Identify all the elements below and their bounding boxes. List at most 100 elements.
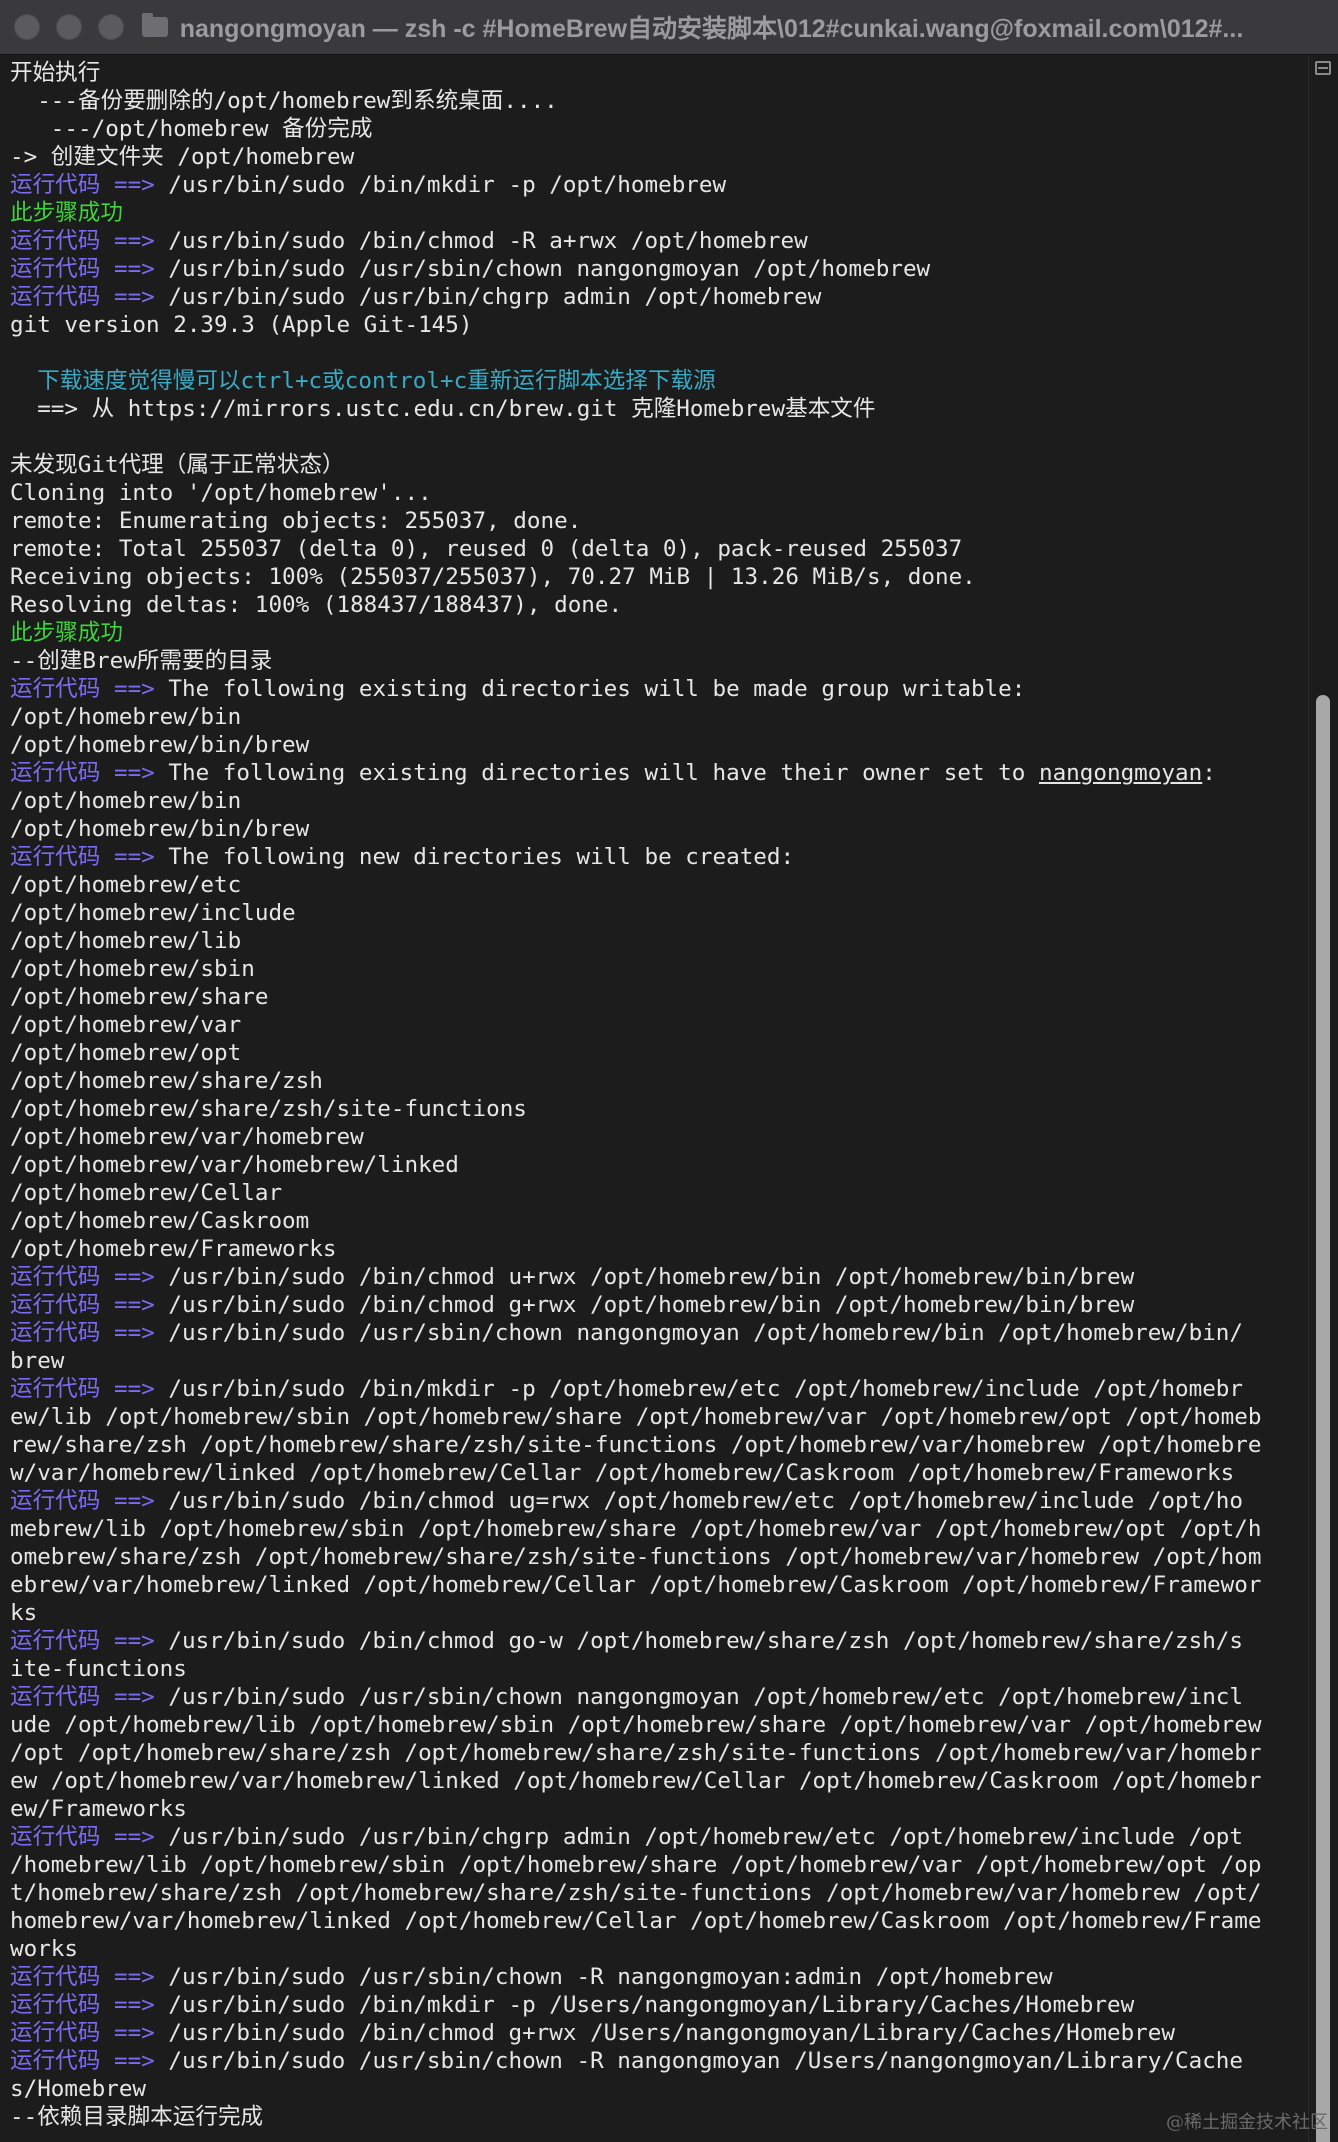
terminal-line: w/var/homebrew/linked /opt/homebrew/Cell… bbox=[10, 1459, 1302, 1487]
terminal-line: s/Homebrew bbox=[10, 2075, 1302, 2103]
terminal-line: 运行代码 ==> The following existing director… bbox=[10, 759, 1302, 787]
output-text: ite-functions bbox=[10, 1656, 187, 1682]
prompt-label: 运行代码 ==> bbox=[10, 676, 155, 702]
minimize-window-icon[interactable] bbox=[56, 14, 82, 40]
output-text: /usr/bin/sudo /bin/chmod go-w /opt/homeb… bbox=[154, 1628, 1244, 1654]
output-text: /opt/homebrew/share/zsh/site-functions bbox=[10, 1096, 527, 1122]
output-text: /usr/bin/sudo /bin/chmod ug=rwx /opt/hom… bbox=[154, 1488, 1244, 1514]
terminal-line: --创建Brew所需要的目录 bbox=[10, 647, 1302, 675]
terminal-line: works bbox=[10, 1935, 1302, 1963]
output-text: w/var/homebrew/linked /opt/homebrew/Cell… bbox=[10, 1460, 1235, 1486]
folder-icon bbox=[142, 13, 168, 37]
zoom-window-icon[interactable] bbox=[98, 14, 124, 40]
terminal-line: 运行代码 ==> The following new directories w… bbox=[10, 843, 1302, 871]
success-text: 此步骤成功 bbox=[10, 620, 123, 646]
output-text: --依赖目录脚本运行完成 bbox=[10, 2104, 264, 2130]
terminal-line: ---备份要删除的/opt/homebrew到系统桌面.... bbox=[10, 87, 1302, 115]
output-text: /opt/homebrew/bin/brew bbox=[10, 732, 310, 758]
watermark: @稀土掘金技术社区 bbox=[1166, 2112, 1328, 2133]
output-text: /usr/bin/sudo /bin/chmod -R a+rwx /opt/h… bbox=[154, 228, 808, 254]
output-text: /opt/homebrew/etc bbox=[10, 872, 242, 898]
terminal-line: /opt /opt/homebrew/share/zsh /opt/homebr… bbox=[10, 1739, 1302, 1767]
terminal-line: /opt/homebrew/bin bbox=[10, 787, 1302, 815]
output-text: /usr/bin/sudo /bin/mkdir -p /Users/nango… bbox=[154, 1992, 1135, 2018]
output-text: s/Homebrew bbox=[10, 2076, 147, 2102]
terminal-line: ude /opt/homebrew/lib /opt/homebrew/sbin… bbox=[10, 1711, 1302, 1739]
output-text: /opt/homebrew/lib bbox=[10, 928, 242, 954]
split-pane-icon[interactable] bbox=[1315, 61, 1331, 75]
prompt-label: 运行代码 ==> bbox=[10, 1292, 155, 1318]
prompt-label: 运行代码 ==> bbox=[10, 760, 155, 786]
terminal-line: 运行代码 ==> /usr/bin/sudo /bin/chmod -R a+r… bbox=[10, 227, 1302, 255]
terminal-line: 运行代码 ==> /usr/bin/sudo /usr/sbin/chown n… bbox=[10, 255, 1302, 283]
prompt-label: 运行代码 ==> bbox=[10, 228, 155, 254]
terminal-line: 运行代码 ==> /usr/bin/sudo /usr/sbin/chown n… bbox=[10, 1683, 1302, 1711]
close-window-icon[interactable] bbox=[14, 14, 40, 40]
terminal-line: 未发现Git代理（属于正常状态） bbox=[10, 451, 1302, 479]
scrollbar-thumb[interactable] bbox=[1316, 695, 1330, 2142]
terminal-line: 运行代码 ==> /usr/bin/sudo /usr/sbin/chown -… bbox=[10, 2047, 1302, 2075]
terminal-line: /opt/homebrew/var/homebrew bbox=[10, 1123, 1302, 1151]
terminal-line: homebrew/var/homebrew/linked /opt/homebr… bbox=[10, 1907, 1302, 1935]
output-text: ks bbox=[10, 1600, 38, 1626]
terminal-line: /opt/homebrew/share/zsh/site-functions bbox=[10, 1095, 1302, 1123]
terminal-line: 运行代码 ==> /usr/bin/sudo /bin/chmod g+rwx … bbox=[10, 1291, 1302, 1319]
output-text: /opt/homebrew/Cellar bbox=[10, 1180, 283, 1206]
terminal-line: ==> 从 https://mirrors.ustc.edu.cn/brew.g… bbox=[10, 395, 1302, 423]
terminal-line: Receiving objects: 100% (255037/255037),… bbox=[10, 563, 1302, 591]
output-text: omebrew/share/zsh /opt/homebrew/share/zs… bbox=[10, 1544, 1262, 1570]
terminal-line: mebrew/lib /opt/homebrew/sbin /opt/homeb… bbox=[10, 1515, 1302, 1543]
prompt-label: 运行代码 ==> bbox=[10, 1628, 155, 1654]
output-text: /opt/homebrew/bin/brew bbox=[10, 816, 310, 842]
terminal-line: Cloning into '/opt/homebrew'... bbox=[10, 479, 1302, 507]
output-text: /usr/bin/sudo /usr/sbin/chown nangongmoy… bbox=[154, 256, 931, 282]
terminal-line: 下载速度觉得慢可以ctrl+c或control+c重新运行脚本选择下载源 bbox=[10, 367, 1302, 395]
output-text: /opt/homebrew/bin bbox=[10, 704, 242, 730]
terminal-line: remote: Enumerating objects: 255037, don… bbox=[10, 507, 1302, 535]
output-text: t/homebrew/share/zsh /opt/homebrew/share… bbox=[10, 1880, 1262, 1906]
output-text: The following existing directories will … bbox=[154, 676, 1026, 702]
terminal-line: /opt/homebrew/Frameworks bbox=[10, 1235, 1302, 1263]
terminal-line: omebrew/share/zsh /opt/homebrew/share/zs… bbox=[10, 1543, 1302, 1571]
terminal-line: 运行代码 ==> /usr/bin/sudo /bin/chmod g+rwx … bbox=[10, 2019, 1302, 2047]
output-text: git version 2.39.3 (Apple Git-145) bbox=[10, 312, 473, 338]
output-text: ==> 从 https://mirrors.ustc.edu.cn/brew.g… bbox=[10, 396, 876, 422]
terminal-line: /opt/homebrew/etc bbox=[10, 871, 1302, 899]
terminal-output[interactable]: 开始执行 ---备份要删除的/opt/homebrew到系统桌面.... ---… bbox=[0, 55, 1308, 2142]
terminal-line: /opt/homebrew/var/homebrew/linked bbox=[10, 1151, 1302, 1179]
output-text: brew bbox=[10, 1348, 65, 1374]
output-text: /opt/homebrew/include bbox=[10, 900, 296, 926]
terminal-line: 运行代码 ==> /usr/bin/sudo /usr/sbin/chown -… bbox=[10, 1963, 1302, 1991]
terminal-line: 此步骤成功 bbox=[10, 619, 1302, 647]
output-text: ebrew/var/homebrew/linked /opt/homebrew/… bbox=[10, 1572, 1262, 1598]
output-text: -> 创建文件夹 /opt/homebrew bbox=[10, 144, 355, 170]
scrollbar[interactable] bbox=[1308, 55, 1338, 2142]
output-text: /opt/homebrew/var/homebrew bbox=[10, 1124, 364, 1150]
terminal-line: remote: Total 255037 (delta 0), reused 0… bbox=[10, 535, 1302, 563]
terminal-line: rew/share/zsh /opt/homebrew/share/zsh/si… bbox=[10, 1431, 1302, 1459]
prompt-label: 运行代码 ==> bbox=[10, 172, 155, 198]
prompt-label: 运行代码 ==> bbox=[10, 1488, 155, 1514]
title-bar[interactable]: nangongmoyan — zsh -c #HomeBrew自动安装脚本\01… bbox=[0, 0, 1338, 55]
terminal-line: /opt/homebrew/bin/brew bbox=[10, 731, 1302, 759]
output-text: 开始执行 bbox=[10, 60, 101, 86]
terminal-window: nangongmoyan — zsh -c #HomeBrew自动安装脚本\01… bbox=[0, 0, 1338, 2142]
window-title: nangongmoyan — zsh -c #HomeBrew自动安装脚本\01… bbox=[179, 15, 1244, 43]
output-text: /usr/bin/sudo /bin/chmod u+rwx /opt/home… bbox=[154, 1264, 1135, 1290]
output-text: /usr/bin/sudo /usr/sbin/chown nangongmoy… bbox=[154, 1320, 1244, 1346]
terminal-line: /opt/homebrew/include bbox=[10, 899, 1302, 927]
output-text: The following new directories will be cr… bbox=[154, 844, 795, 870]
output-text: /homebrew/lib /opt/homebrew/sbin /opt/ho… bbox=[10, 1852, 1262, 1878]
output-text: /usr/bin/sudo /bin/chmod g+rwx /Users/na… bbox=[154, 2020, 1175, 2046]
output-text: ude /opt/homebrew/lib /opt/homebrew/sbin… bbox=[10, 1712, 1262, 1738]
terminal-line: /opt/homebrew/sbin bbox=[10, 955, 1302, 983]
window-controls bbox=[14, 14, 124, 40]
output-text: /opt/homebrew/var bbox=[10, 1012, 242, 1038]
output-text: 未发现Git代理（属于正常状态） bbox=[10, 452, 345, 478]
output-text: /opt/homebrew/bin bbox=[10, 788, 242, 814]
prompt-label: 运行代码 ==> bbox=[10, 1264, 155, 1290]
username-link: nangongmoyan bbox=[1038, 760, 1203, 786]
output-text: /opt/homebrew/opt bbox=[10, 1040, 242, 1066]
terminal-line: 此步骤成功 bbox=[10, 199, 1302, 227]
